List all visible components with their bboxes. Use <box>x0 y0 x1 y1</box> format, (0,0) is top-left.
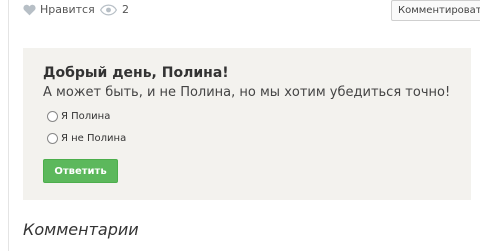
submit-answer-button[interactable]: Ответить <box>43 159 118 183</box>
radio-button[interactable] <box>47 133 58 144</box>
poll-option-no[interactable]: Я не Полина <box>47 133 126 144</box>
comments-heading: Комментарии <box>23 220 139 239</box>
left-divider <box>8 0 9 251</box>
heart-icon <box>23 4 36 15</box>
like-button[interactable]: Нравится <box>23 3 95 16</box>
poll-card: Добрый день, Полина! А может быть, и не … <box>23 48 471 200</box>
poll-option-label: Я Полина <box>61 111 111 122</box>
like-label: Нравится <box>40 3 95 16</box>
comment-button[interactable]: Комментировать <box>391 0 480 21</box>
post-actions-bar: Нравится 2 Комментировать <box>23 0 480 24</box>
poll-greeting: Добрый день, Полина! <box>43 65 229 81</box>
views-count: 2 <box>122 3 129 16</box>
poll-subtitle: А может быть, и не Полина, но мы хотим у… <box>43 85 451 100</box>
eye-icon <box>100 4 117 15</box>
poll-option-label: Я не Полина <box>61 133 127 144</box>
views-counter: 2 <box>100 3 129 16</box>
poll-option-yes[interactable]: Я Полина <box>47 111 110 122</box>
radio-button[interactable] <box>47 111 58 122</box>
